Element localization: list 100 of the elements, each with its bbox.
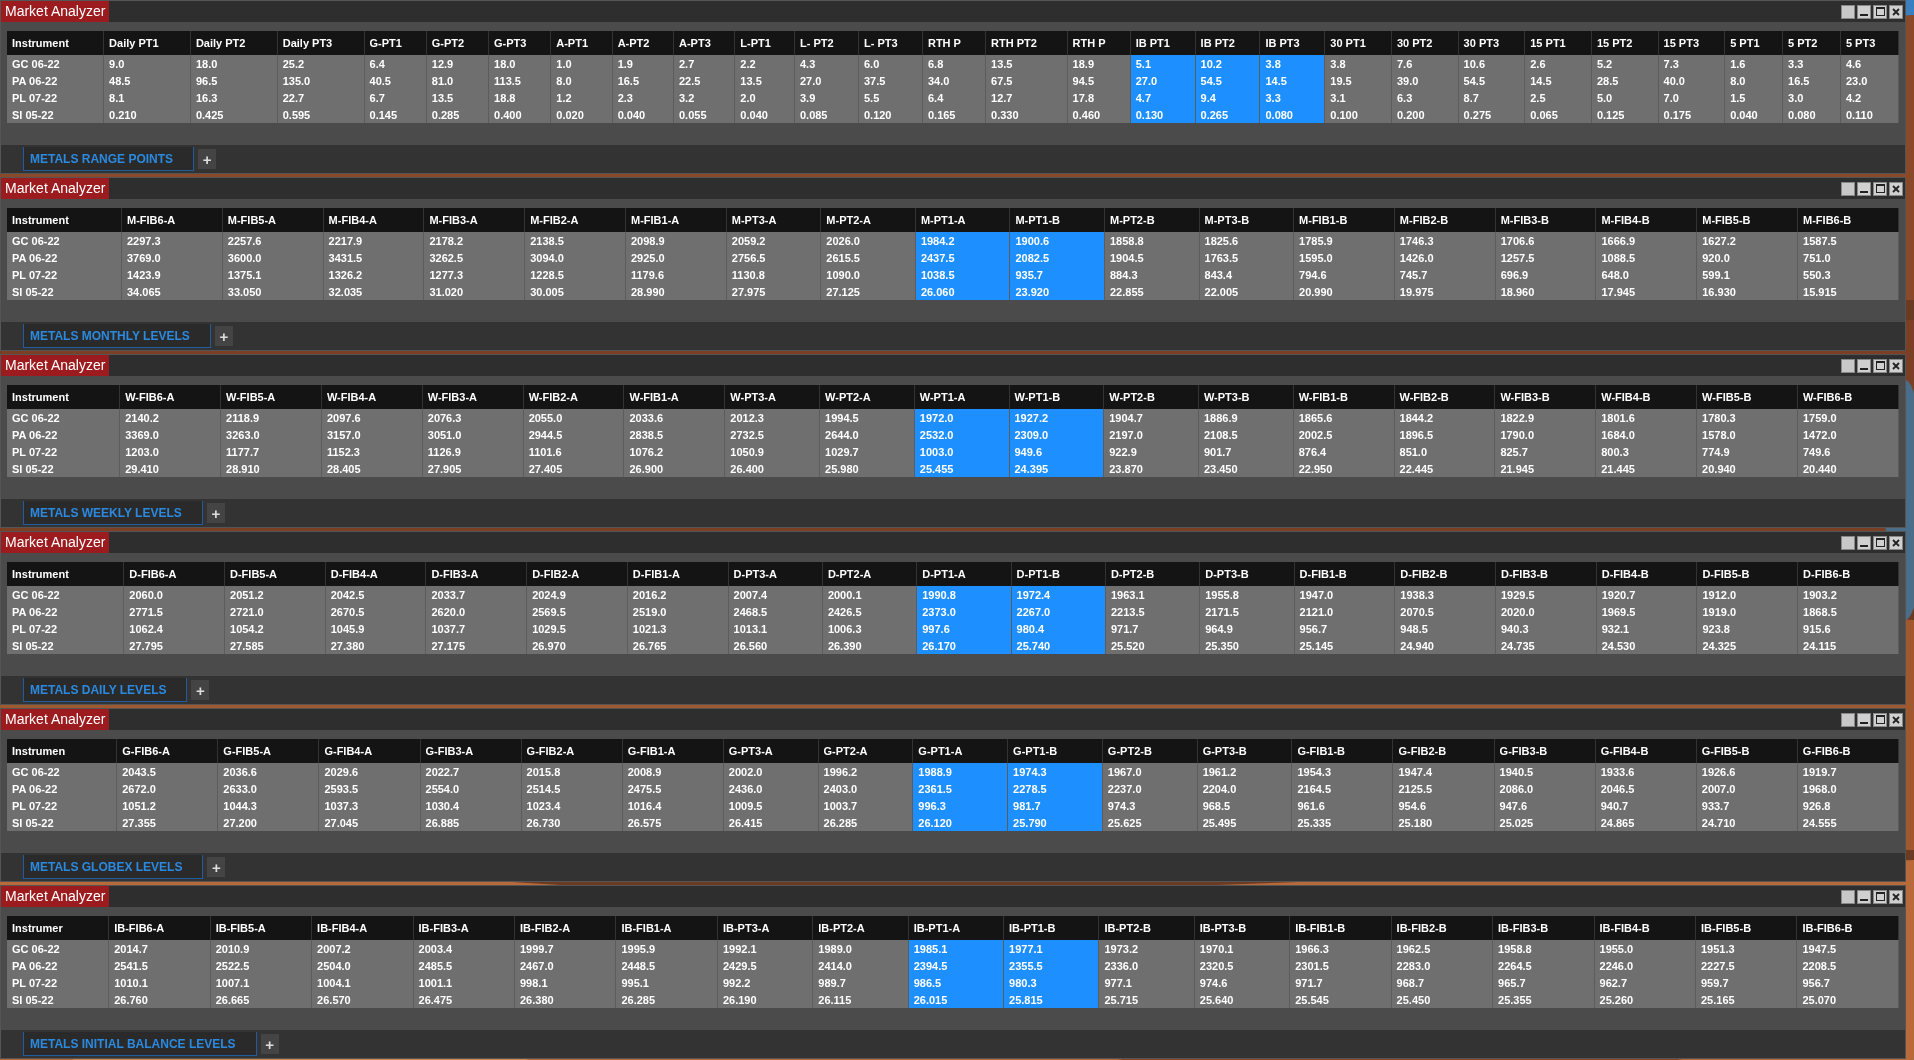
column-header[interactable]: G-FIB6-A xyxy=(116,739,218,763)
column-header[interactable]: W-FIB6-A xyxy=(119,385,221,409)
column-header[interactable]: M-PT1-B xyxy=(1009,208,1105,232)
column-header[interactable]: G-FIB6-B xyxy=(1797,739,1899,763)
column-header[interactable]: 30 PT3 xyxy=(1458,31,1525,55)
column-header[interactable]: D-PT2-B xyxy=(1105,562,1200,586)
sheet-tab[interactable]: METALS INITIAL BALANCE LEVELS xyxy=(23,1032,257,1056)
column-header[interactable]: M-FIB6-B xyxy=(1797,208,1899,232)
column-header[interactable]: W-FIB4-A xyxy=(321,385,423,409)
column-header[interactable]: D-FIB6-B xyxy=(1797,562,1899,586)
column-header[interactable]: M-FIB2-B xyxy=(1394,208,1496,232)
column-header[interactable]: M-FIB3-A xyxy=(423,208,525,232)
column-header[interactable]: IB-FIB3-B xyxy=(1492,916,1594,940)
column-header[interactable]: Instrument xyxy=(7,208,122,232)
minimize-button[interactable] xyxy=(1857,358,1871,373)
close-button[interactable] xyxy=(1889,358,1903,373)
column-header[interactable]: M-PT2-A xyxy=(820,208,916,232)
column-header[interactable]: W-FIB2-A xyxy=(523,385,624,409)
column-header[interactable]: D-PT1-A xyxy=(916,562,1012,586)
column-header[interactable]: D-FIB2-B xyxy=(1394,562,1496,586)
column-header[interactable]: M-FIB4-B xyxy=(1595,208,1697,232)
column-header[interactable]: 15 PT1 xyxy=(1524,31,1592,55)
maximize-button[interactable] xyxy=(1873,358,1887,373)
column-header[interactable]: M-FIB6-A xyxy=(121,208,223,232)
maximize-button[interactable] xyxy=(1873,889,1887,904)
column-header[interactable]: IB PT2 xyxy=(1195,31,1260,55)
column-header[interactable]: G-PT1-B xyxy=(1007,739,1103,763)
column-header[interactable]: G-FIB5-B xyxy=(1696,739,1798,763)
column-header[interactable]: L- PT2 xyxy=(794,31,859,55)
column-header[interactable]: W-PT3-A xyxy=(724,385,820,409)
column-header[interactable]: RTH P xyxy=(922,31,986,55)
close-button[interactable] xyxy=(1889,181,1903,196)
column-header[interactable]: M-PT3-B xyxy=(1199,208,1294,232)
column-header[interactable]: D-PT3-A xyxy=(728,562,823,586)
column-header[interactable]: D-FIB1-B xyxy=(1294,562,1395,586)
column-header[interactable]: M-FIB1-B xyxy=(1293,208,1395,232)
square-button[interactable] xyxy=(1841,4,1855,19)
column-header[interactable]: A-PT1 xyxy=(550,31,613,55)
column-header[interactable]: IB-FIB6-A xyxy=(108,916,211,940)
column-header[interactable]: W-PT2-B xyxy=(1103,385,1199,409)
minimize-button[interactable] xyxy=(1857,181,1871,196)
column-header[interactable]: IB-FIB2-A xyxy=(514,916,616,940)
column-header[interactable]: RTH P xyxy=(1067,31,1131,55)
column-header[interactable]: L- PT3 xyxy=(858,31,923,55)
sheet-tab[interactable]: METALS GLOBEX LEVELS xyxy=(23,855,204,879)
column-header[interactable]: D-FIB6-A xyxy=(123,562,225,586)
column-header[interactable]: G-PT2-B xyxy=(1102,739,1198,763)
add-tab-button[interactable]: + xyxy=(207,857,226,877)
column-header[interactable]: IB-PT3-B xyxy=(1194,916,1290,940)
maximize-button[interactable] xyxy=(1873,535,1887,550)
column-header[interactable]: W-PT1-A xyxy=(914,385,1009,409)
column-header[interactable]: IB-PT1-B xyxy=(1003,916,1099,940)
column-header[interactable]: M-FIB4-A xyxy=(323,208,424,232)
column-header[interactable]: IB-FIB1-A xyxy=(615,916,718,940)
minimize-button[interactable] xyxy=(1857,889,1871,904)
column-header[interactable]: IB-FIB2-B xyxy=(1391,916,1493,940)
column-header[interactable]: W-FIB5-B xyxy=(1696,385,1798,409)
sheet-tab[interactable]: METALS RANGE POINTS xyxy=(23,147,195,171)
column-header[interactable]: L-PT1 xyxy=(734,31,795,55)
column-header[interactable]: IB-FIB3-A xyxy=(413,916,515,940)
column-header[interactable]: G-PT1-A xyxy=(912,739,1008,763)
column-header[interactable]: M-PT2-B xyxy=(1104,208,1199,232)
column-header[interactable]: G-PT1 xyxy=(364,31,427,55)
column-header[interactable]: D-FIB4-A xyxy=(325,562,426,586)
column-header[interactable]: G-FIB3-A xyxy=(420,739,522,763)
sheet-tab[interactable]: METALS MONTHLY LEVELS xyxy=(23,324,211,348)
minimize-button[interactable] xyxy=(1857,4,1871,19)
column-header[interactable]: M-FIB1-A xyxy=(625,208,727,232)
column-header[interactable]: Daily PT2 xyxy=(190,31,278,55)
column-header[interactable]: M-PT3-A xyxy=(726,208,821,232)
square-button[interactable] xyxy=(1841,712,1855,727)
column-header[interactable]: D-FIB5-A xyxy=(224,562,326,586)
column-header[interactable]: RTH PT2 xyxy=(985,31,1068,55)
column-header[interactable]: IB-PT2-A xyxy=(812,916,909,940)
close-button[interactable] xyxy=(1889,712,1903,727)
maximize-button[interactable] xyxy=(1873,712,1887,727)
column-header[interactable]: IB-FIB4-A xyxy=(311,916,414,940)
column-header[interactable]: G-FIB4-B xyxy=(1595,739,1697,763)
add-tab-button[interactable]: + xyxy=(206,503,225,523)
column-header[interactable]: Instrument xyxy=(7,562,124,586)
column-header[interactable]: D-PT1-B xyxy=(1011,562,1106,586)
column-header[interactable]: D-PT2-A xyxy=(822,562,917,586)
column-header[interactable]: IB-FIB5-B xyxy=(1695,916,1797,940)
column-header[interactable]: D-FIB4-B xyxy=(1596,562,1697,586)
square-button[interactable] xyxy=(1841,181,1855,196)
column-header[interactable]: Instrument xyxy=(7,385,120,409)
column-header[interactable]: IB PT3 xyxy=(1259,31,1325,55)
add-tab-button[interactable]: + xyxy=(191,680,210,700)
column-header[interactable]: IB-PT1-A xyxy=(908,916,1004,940)
column-header[interactable]: A-PT2 xyxy=(612,31,674,55)
column-header[interactable]: W-FIB6-B xyxy=(1797,385,1899,409)
close-button[interactable] xyxy=(1889,4,1903,19)
column-header[interactable]: G-PT3-A xyxy=(723,739,819,763)
close-button[interactable] xyxy=(1889,535,1903,550)
column-header[interactable]: W-PT2-A xyxy=(819,385,915,409)
column-header[interactable]: Instrumen xyxy=(7,739,117,763)
square-button[interactable] xyxy=(1841,889,1855,904)
column-header[interactable]: W-FIB1-B xyxy=(1293,385,1394,409)
maximize-button[interactable] xyxy=(1873,181,1887,196)
maximize-button[interactable] xyxy=(1873,4,1887,19)
